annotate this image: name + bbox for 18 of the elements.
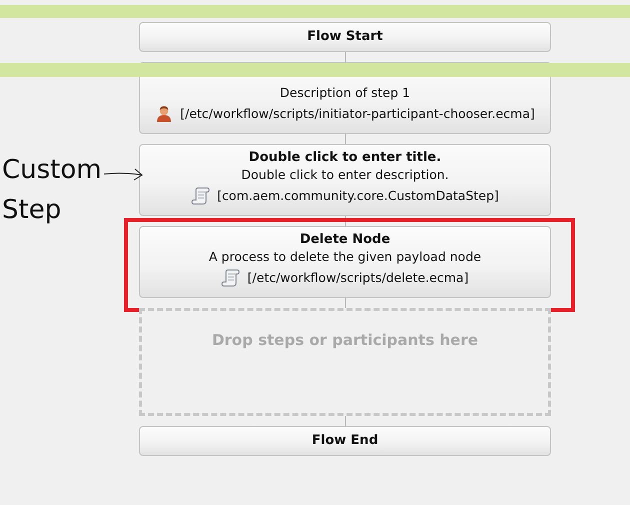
workflow-step[interactable]: Double click to enter title. Double click to enter description. [com.aem.community.core.CustomDataStep] <box>139 144 551 216</box>
script-icon <box>191 187 210 205</box>
flow-node[interactable]: Flow End <box>139 426 551 456</box>
step-description: Double click to enter description. <box>241 166 449 183</box>
flow-node[interactable]: Flow Start <box>139 22 551 52</box>
script-path: [/etc/workflow/scripts/initiator-participant-chooser.ecma] <box>180 105 535 123</box>
step-title: Delete Node <box>300 231 390 248</box>
step-title: Double click to enter title. <box>248 149 442 166</box>
workflow-step[interactable]: Delete Node A process to delete the given payload node [/etc/workflow/scripts/delete.ecma] <box>139 226 551 298</box>
step-description: A process to delete the given payload node <box>208 248 482 265</box>
arrow-icon <box>102 166 144 182</box>
annotation-text: Custom Step <box>2 154 102 227</box>
person-icon <box>155 105 174 123</box>
script-path: [/etc/workflow/scripts/delete.ecma] <box>247 269 469 287</box>
drop-hint: Drop steps or participants here <box>212 331 478 349</box>
script-path: [com.aem.community.core.CustomDataStep] <box>217 187 499 205</box>
step-description: Description of step 1 <box>280 84 410 101</box>
script-icon <box>221 269 240 287</box>
